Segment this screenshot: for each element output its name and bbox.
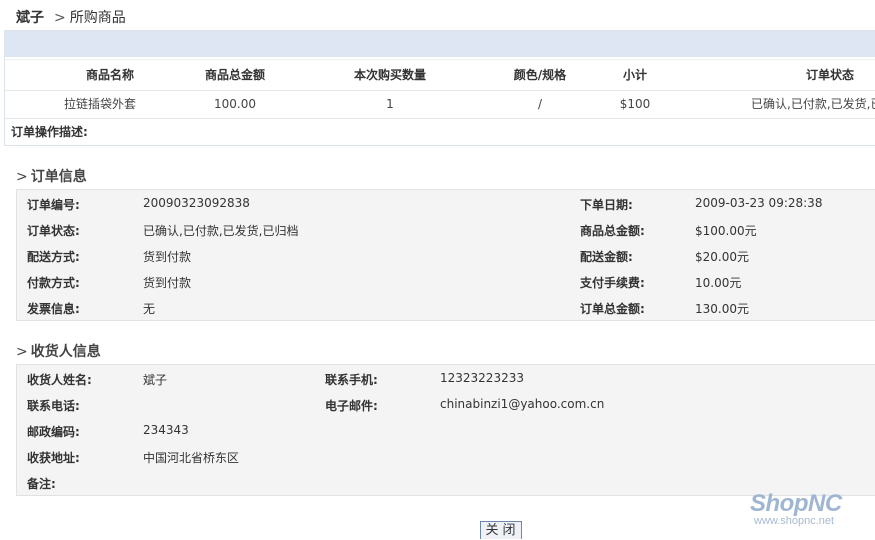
goods-table-band [5, 31, 875, 57]
payment-method-label: 付款方式: [27, 276, 80, 290]
consignee-info-title: > 收货人信息 [16, 344, 101, 360]
shipping-method-value: 货到付款 [143, 250, 192, 264]
close-button[interactable]: 关闭 [480, 521, 522, 539]
page-title: 斌子 > 所购商品 [16, 7, 126, 27]
order-operation-label: 订单操作描述: [11, 125, 88, 139]
shopnc-logo: ShopNC www.shopnc.net [750, 490, 842, 527]
address-label: 收获地址: [27, 451, 80, 465]
shipping-method-label: 配送方式: [27, 250, 80, 264]
cell-color-spec: / [537, 97, 543, 111]
goods-table: 商品名称 商品总金额 本次购买数量 颜色/规格 小计 订单状态 拉链插袋外套 1… [4, 30, 875, 146]
email-value: chinabinzi1@yahoo.com.cn [440, 397, 605, 411]
cell-subtotal: $100 [619, 97, 651, 111]
order-status-value: 已确认,已付款,已发货,已归档 [143, 224, 299, 238]
mobile-value: 12323223233 [440, 371, 524, 385]
breadcrumb-user: 斌子 [16, 10, 44, 26]
col-total-amount: 商品总金额 [204, 68, 265, 82]
consignee-name-value: 斌子 [143, 373, 168, 387]
goods-table-header: 商品名称 商品总金额 本次购买数量 颜色/规格 小计 订单状态 [5, 59, 875, 90]
payment-fee-value: 10.00元 [695, 276, 742, 290]
mobile-label: 联系手机: [325, 373, 378, 387]
consignee-info-panel: 收货人姓名: 斌子 联系电话: 邮政编码: 234343 收获地址: 中国河北省… [16, 364, 875, 496]
order-info-title: > 订单信息 [16, 169, 87, 185]
payment-method-value: 货到付款 [143, 276, 192, 290]
shipping-fee-label: 配送金额: [580, 250, 633, 264]
goods-total-value: $100.00元 [695, 224, 757, 238]
order-status-label: 订单状态: [27, 224, 80, 238]
order-info-panel: 订单编号: 20090323092838 订单状态: 已确认,已付款,已发货,已… [16, 189, 875, 321]
order-number-label: 订单编号: [27, 198, 80, 212]
consignee-name-label: 收货人姓名: [27, 373, 92, 387]
goods-total-label: 商品总金额: [580, 224, 645, 238]
postcode-value: 234343 [143, 423, 189, 437]
col-product-name: 商品名称 [85, 68, 134, 82]
col-quantity: 本次购买数量 [353, 68, 426, 82]
order-number-value: 20090323092838 [143, 196, 250, 210]
breadcrumb-separator: > [54, 10, 66, 26]
logo-url: www.shopnc.net [754, 515, 835, 527]
order-total-value: 130.00元 [695, 302, 749, 316]
postcode-label: 邮政编码: [27, 425, 80, 439]
col-subtotal: 小计 [622, 68, 647, 82]
col-order-status: 订单状态 [805, 68, 854, 82]
invoice-info-value: 无 [143, 302, 156, 316]
cell-product-name: 拉链插袋外套 [63, 97, 136, 111]
table-row: 拉链插袋外套 100.00 1 / $100 已确认,已付款,已发货,已 [5, 90, 875, 119]
invoice-info-label: 发票信息: [27, 302, 80, 316]
breadcrumb-page: 所购商品 [69, 10, 126, 26]
email-label: 电子邮件: [325, 399, 378, 413]
phone-label: 联系电话: [27, 399, 80, 413]
cell-order-status: 已确认,已付款,已发货,已 [751, 97, 875, 111]
address-value: 中国河北省桥东区 [143, 451, 240, 465]
col-color-spec: 颜色/规格 [513, 68, 567, 82]
order-date-label: 下单日期: [580, 198, 633, 212]
remark-label: 备注: [27, 477, 56, 491]
cell-quantity: 1 [386, 97, 394, 111]
order-total-label: 订单总金额: [580, 302, 645, 316]
order-date-value: 2009-03-23 09:28:38 [695, 196, 823, 210]
shipping-fee-value: $20.00元 [695, 250, 749, 264]
payment-fee-label: 支付手续费: [580, 276, 645, 290]
logo-brand: ShopNC [750, 490, 842, 517]
cell-total-amount: 100.00 [214, 97, 256, 111]
